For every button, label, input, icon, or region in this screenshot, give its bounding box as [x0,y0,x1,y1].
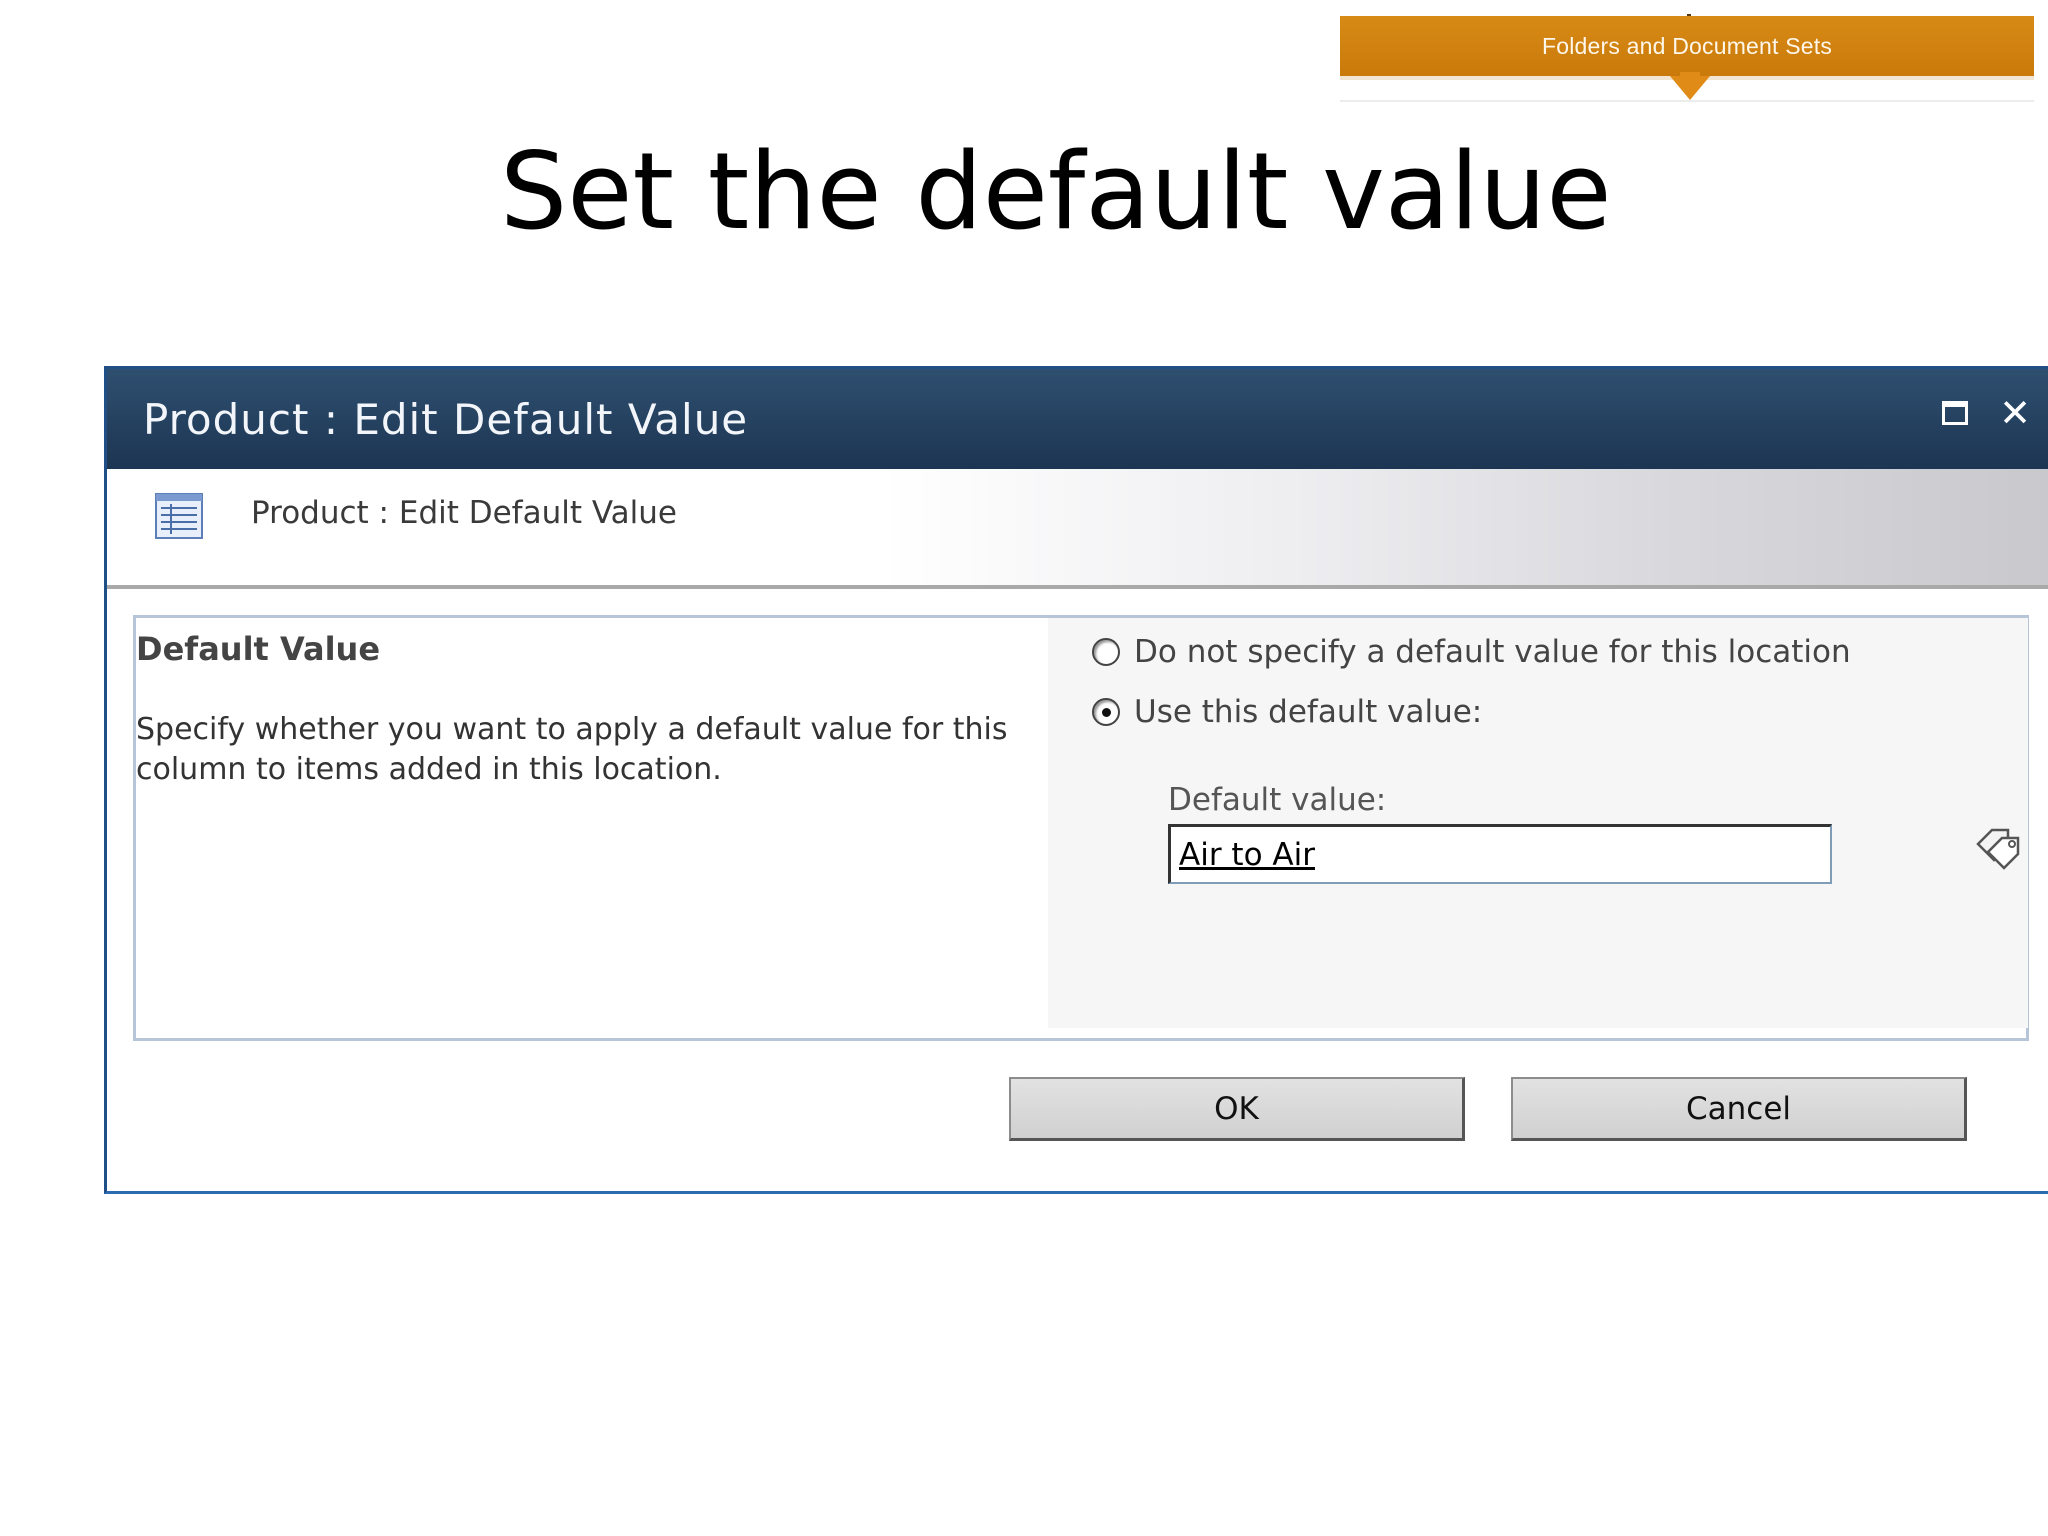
no-default-radio[interactable] [1092,638,1120,666]
folders-document-sets-banner: Folders and Document Sets [1340,16,2034,80]
no-default-option[interactable]: Do not specify a default value for this … [1092,634,1851,670]
close-icon: ✕ [1999,391,2031,435]
section-title: Default Value [136,630,381,668]
use-default-label: Use this default value: [1134,694,1483,730]
slide-title: Set the default value [500,130,1612,253]
dialog-subheader: Product : Edit Default Value [107,469,2048,589]
use-default-option[interactable]: Use this default value: [1092,694,1482,730]
cancel-button[interactable]: Cancel [1511,1077,1967,1141]
dialog-title: Product : Edit Default Value [143,395,749,444]
default-value-input[interactable]: Air to Air [1168,824,1832,884]
edit-default-value-dialog: Product : Edit Default Value ✕ Product :… [104,366,2048,1194]
subheader-title: Product : Edit Default Value [251,495,677,531]
maximize-button[interactable] [1933,391,1977,435]
default-value-options-panel: Do not specify a default value for this … [1048,618,2028,1028]
dialog-titlebar: Product : Edit Default Value ✕ [107,369,2048,469]
list-icon [155,493,203,539]
default-value-section: Default Value Specify whether you want t… [133,615,2029,1041]
tag-icon[interactable] [1974,826,2024,870]
banner-label: Folders and Document Sets [1541,32,1833,59]
section-description: Specify whether you want to apply a defa… [136,712,1008,787]
close-button[interactable]: ✕ [1993,391,2037,435]
default-value-label: Default value: [1168,782,1387,818]
banner-divider [1340,100,2034,102]
ok-button[interactable]: OK [1009,1077,1465,1141]
maximize-icon [1942,401,1968,425]
use-default-radio[interactable] [1092,698,1120,726]
no-default-label: Do not specify a default value for this … [1134,634,1851,670]
down-arrow-icon [1670,76,1710,100]
